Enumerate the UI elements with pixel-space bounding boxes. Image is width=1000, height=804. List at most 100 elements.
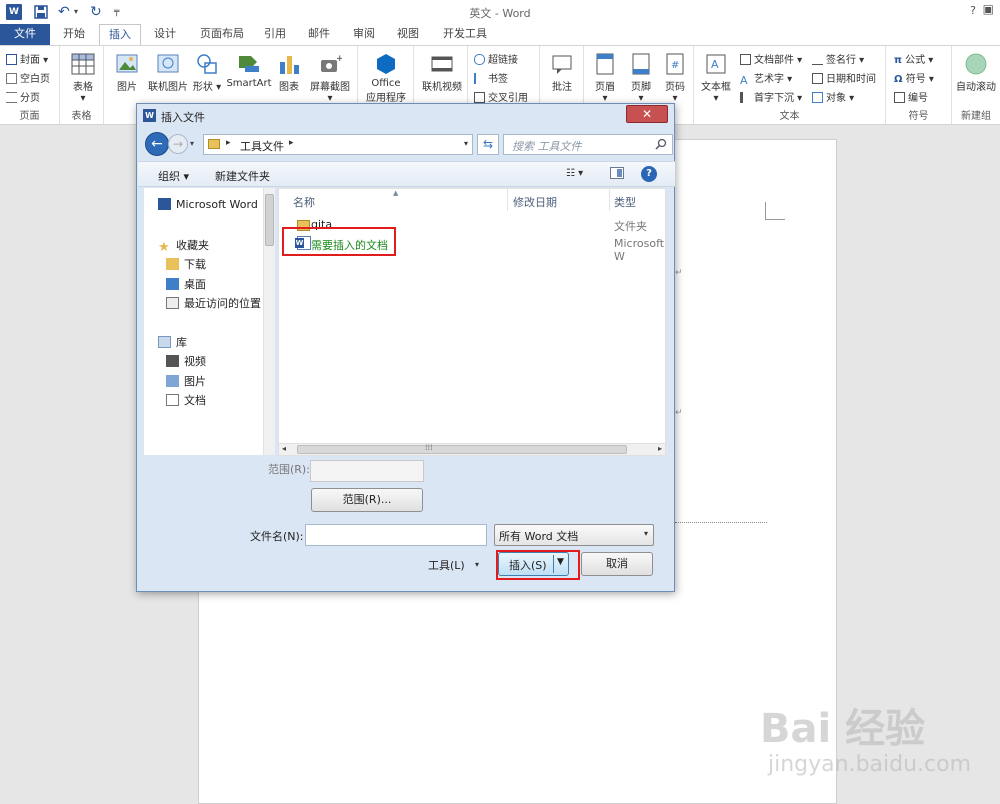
tab-view[interactable]: 视图	[391, 24, 425, 45]
blank-page-icon	[6, 73, 17, 84]
page-break-line	[675, 522, 767, 523]
page-number-button[interactable]: # 页码 ▾	[658, 52, 692, 104]
tools-button[interactable]: 工具(L)	[428, 557, 465, 573]
symbol-button[interactable]: Ω 符号 ▾	[894, 70, 934, 85]
nav-item-downloads[interactable]: 下载	[166, 256, 206, 272]
chevron-down-icon[interactable]: ▾	[464, 139, 468, 148]
cancel-button[interactable]: 取消	[581, 552, 653, 576]
auto-scroll-button[interactable]: 自动滚动	[954, 52, 998, 93]
new-group-label: 新建组	[961, 111, 991, 122]
tab-home[interactable]: 开始	[54, 24, 94, 45]
nav-item-word[interactable]: Microsoft Word	[158, 198, 258, 211]
tab-design[interactable]: 设计	[146, 24, 184, 45]
svg-text:A: A	[711, 58, 719, 71]
chevron-right-icon[interactable]: ▸	[226, 138, 231, 148]
tab-page-layout[interactable]: 页面布局	[192, 24, 252, 45]
bookmark-button[interactable]: 书签	[474, 70, 508, 85]
nav-item-libraries[interactable]: 库	[158, 334, 187, 350]
shapes-button[interactable]: 形状 ▾	[192, 52, 222, 93]
cross-reference-button[interactable]: 交叉引用	[474, 89, 528, 104]
column-type[interactable]: 类型	[614, 194, 636, 210]
circle-icon	[964, 52, 988, 76]
quick-parts-button[interactable]: 文档部件 ▾	[740, 51, 802, 66]
restore-ribbon-icon[interactable]: ▣	[983, 2, 994, 16]
comment-button[interactable]: 批注	[544, 52, 580, 93]
date-time-button[interactable]: 日期和时间	[812, 70, 876, 85]
new-folder-button[interactable]: 新建文件夹	[215, 168, 270, 184]
office-store-icon	[374, 52, 398, 76]
view-options-button[interactable]: ☷ ▾	[566, 168, 594, 179]
close-button[interactable]: ✕	[626, 105, 668, 123]
header-button[interactable]: 页眉 ▾	[588, 52, 622, 104]
horizontal-scrollbar[interactable]: ◂ ⁞⁞⁞ ▸	[278, 443, 666, 456]
help-icon[interactable]: ?	[641, 166, 657, 182]
symbols-group: π 公式 ▾ Ω 符号 ▾ 编号 符号	[886, 46, 952, 124]
history-dropdown-icon[interactable]: ▾	[190, 139, 194, 148]
file-highlight-box	[282, 227, 396, 256]
cross-reference-icon	[474, 92, 485, 103]
chevron-right-icon[interactable]: ▸	[289, 138, 294, 148]
column-name[interactable]: 名称	[293, 194, 315, 210]
drop-cap-button[interactable]: 首字下沉 ▾	[740, 89, 802, 104]
equation-button[interactable]: π 公式 ▾	[894, 51, 933, 66]
hyperlink-button[interactable]: 超链接	[474, 51, 518, 66]
online-video-button[interactable]: 联机视频	[418, 52, 466, 93]
scrollbar-thumb[interactable]	[297, 445, 627, 454]
margin-marker	[765, 202, 785, 220]
nav-item-pictures[interactable]: 图片	[166, 373, 206, 389]
file-type-select[interactable]: 所有 Word 文档 ▾	[494, 524, 654, 546]
refresh-icon[interactable]: ⇆	[477, 134, 499, 155]
numbering-button[interactable]: 编号	[894, 89, 928, 104]
nav-item-desktop[interactable]: 桌面	[166, 276, 206, 292]
search-input[interactable]: 搜索 工具文件	[503, 134, 673, 155]
nav-item-recent[interactable]: 最近访问的位置	[166, 295, 261, 311]
object-button[interactable]: 对象 ▾	[812, 89, 854, 104]
nav-scrollbar[interactable]	[263, 188, 275, 455]
back-arrow-icon[interactable]: ←	[145, 132, 169, 156]
tab-review[interactable]: 审阅	[347, 24, 381, 45]
filename-field[interactable]: ▾	[305, 524, 640, 546]
pictures-button[interactable]: 图片	[112, 52, 142, 93]
chart-button[interactable]: 图表	[274, 52, 304, 93]
nav-item-documents[interactable]: 文档	[166, 392, 206, 408]
column-divider[interactable]	[507, 189, 508, 211]
forward-arrow-icon[interactable]: →	[168, 134, 188, 154]
scroll-right-icon[interactable]: ▸	[658, 444, 662, 453]
tab-file[interactable]: 文件	[0, 24, 50, 45]
nav-item-favorites[interactable]: ★ 收藏夹	[158, 237, 209, 254]
screenshot-button[interactable]: + 屏幕截图 ▾	[306, 52, 354, 104]
document-library-icon	[166, 394, 179, 406]
range-button[interactable]: 范围(R)...	[311, 488, 423, 512]
footer-button[interactable]: 页脚 ▾	[624, 52, 658, 104]
search-icon[interactable]	[655, 138, 667, 150]
insert-file-dialog: W 插入文件 ✕ ← → ▾ ▸ 工具文件 ▸ ▾ ⇆ 搜索 工具文件 组织 ▾…	[136, 103, 675, 592]
scroll-left-icon[interactable]: ◂	[282, 444, 286, 453]
online-pictures-button[interactable]: 联机图片	[144, 52, 192, 93]
help-button[interactable]: ?	[970, 4, 976, 17]
tab-mailings[interactable]: 邮件	[302, 24, 336, 45]
file-type-value: 所有 Word 文档	[499, 530, 579, 543]
table-button[interactable]: 表格 ▾	[68, 52, 98, 104]
textbox-button[interactable]: A 文本框 ▾	[698, 52, 734, 104]
wordart-button[interactable]: A 艺术字 ▾	[740, 70, 792, 86]
organize-button[interactable]: 组织 ▾	[158, 168, 189, 184]
breadcrumb[interactable]: 工具文件	[240, 138, 284, 154]
scrollbar-thumb[interactable]	[265, 194, 274, 246]
smartart-button[interactable]: SmartArt	[226, 52, 272, 89]
cover-page-button[interactable]: 封面 ▾	[6, 51, 48, 66]
chevron-down-icon[interactable]: ▾	[644, 529, 648, 538]
word-dialog-icon: W	[143, 109, 156, 122]
blank-page-button[interactable]: 空白页	[6, 70, 50, 85]
chevron-down-icon[interactable]: ▾	[475, 560, 479, 569]
smartart-icon	[237, 52, 261, 76]
column-divider[interactable]	[609, 189, 610, 211]
preview-pane-icon[interactable]	[610, 167, 624, 179]
page-break-button[interactable]: 分页	[6, 89, 40, 104]
signature-line-button[interactable]: 签名行 ▾	[812, 51, 864, 66]
tab-insert[interactable]: 插入	[99, 24, 141, 46]
tab-references[interactable]: 引用	[258, 24, 292, 45]
nav-item-videos[interactable]: 视频	[166, 353, 206, 369]
address-bar[interactable]: ▸ 工具文件 ▸ ▾	[203, 134, 473, 155]
tab-developer[interactable]: 开发工具	[436, 24, 494, 45]
column-date[interactable]: 修改日期	[513, 194, 557, 210]
